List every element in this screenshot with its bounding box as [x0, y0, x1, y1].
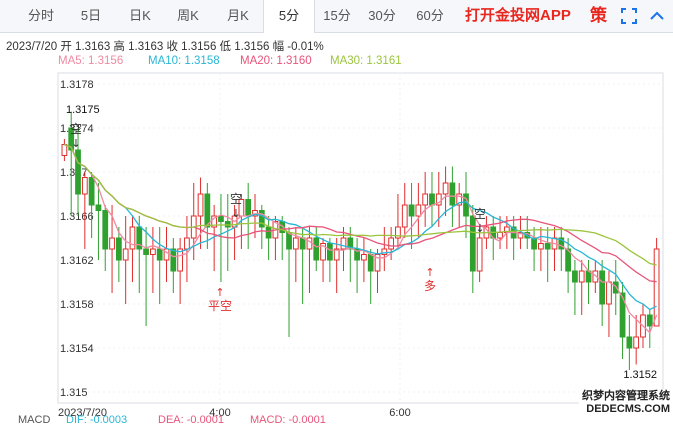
candle-body	[429, 193, 435, 206]
candle-body	[122, 248, 129, 261]
signal-label: 多	[424, 279, 436, 293]
candle-body	[95, 204, 102, 211]
plot-frame	[57, 72, 664, 404]
signal-arrow-icon: ↓	[71, 137, 80, 150]
candle-body	[544, 243, 551, 250]
signal-arrow-icon: ↑	[215, 286, 224, 299]
x-tick-label: 6:00	[389, 407, 410, 419]
candle-body	[224, 221, 231, 228]
candle-body	[109, 237, 115, 250]
candle-body	[184, 237, 190, 250]
candle-body	[340, 237, 347, 250]
candle-body	[88, 177, 95, 206]
y-tick-label: 1.3178	[60, 79, 94, 91]
candle-body	[646, 314, 653, 327]
y-tick-label: 1.3166	[60, 211, 94, 223]
candle-body	[143, 248, 149, 255]
y-tick-label: 1.315	[60, 387, 88, 399]
candle-body	[476, 237, 483, 272]
candle-body	[286, 232, 292, 250]
candle-body	[265, 226, 272, 239]
candle-body	[633, 336, 640, 349]
signal-label: 空	[70, 122, 82, 136]
signal-label: 平空	[208, 299, 232, 313]
candle-body	[170, 248, 177, 272]
candle-body	[599, 270, 606, 305]
candle-body	[388, 237, 395, 250]
candle-body	[292, 237, 299, 250]
macd-legend-item: DIF: -0.0003	[66, 414, 128, 426]
signal-arrow-icon: ↑	[425, 266, 434, 279]
candle-body	[197, 193, 204, 217]
watermark-line-2: DEDECMS.COM	[586, 403, 670, 415]
candle-body	[156, 248, 163, 261]
y-tick-label: 1.3154	[60, 343, 94, 355]
candle-body	[306, 237, 313, 250]
candle-body	[408, 204, 415, 217]
candle-body	[497, 232, 503, 239]
candle-body	[572, 270, 578, 283]
candlestick-chart[interactable]: 1.31781.31741.3171.31661.31621.31581.315…	[0, 0, 673, 425]
y-tick-label: 1.3162	[60, 255, 94, 267]
macd-legend-item: MACD: -0.0001	[250, 414, 326, 426]
candle-body	[313, 237, 320, 261]
watermark-line-1: 织梦内容管理系统	[582, 390, 670, 402]
candle-body	[326, 243, 333, 261]
candle-body	[653, 248, 660, 327]
signal-arrow-icon: ↓	[475, 222, 484, 235]
candle-body	[422, 193, 429, 206]
macd-legend-item: MACD	[18, 414, 51, 426]
candle-body	[578, 270, 585, 283]
y-tick-label: 1.3158	[60, 299, 94, 311]
candle-body	[204, 193, 211, 228]
candle-body	[367, 254, 374, 272]
candle-body	[626, 336, 633, 349]
candle-body	[449, 182, 456, 206]
candle-body	[361, 254, 367, 261]
candle-body	[75, 149, 81, 195]
candle-body	[299, 237, 306, 250]
candle-body	[102, 210, 109, 250]
low-price-label: 1.3152	[623, 369, 657, 381]
candle-body	[415, 204, 422, 217]
candle-body	[245, 199, 252, 217]
high-price-label: 1.3175	[66, 104, 100, 116]
candle-body	[218, 215, 224, 222]
signal-label: 空	[474, 207, 486, 221]
candle-body	[61, 144, 68, 156]
candle-body	[150, 248, 156, 255]
candle-body	[115, 237, 122, 261]
candle-body	[81, 177, 88, 195]
candle-body	[442, 182, 449, 195]
candle-body	[401, 204, 408, 228]
macd-legend-item: DEA: -0.0001	[158, 414, 225, 426]
candle-body	[606, 281, 612, 305]
signal-arrow-icon: ↓	[231, 207, 240, 220]
source-watermark: 织梦内容管理系统 DEDECMS.COM	[579, 389, 673, 417]
signal-label: 空	[230, 192, 242, 206]
candle-body	[537, 243, 544, 250]
candle-body	[129, 226, 136, 250]
